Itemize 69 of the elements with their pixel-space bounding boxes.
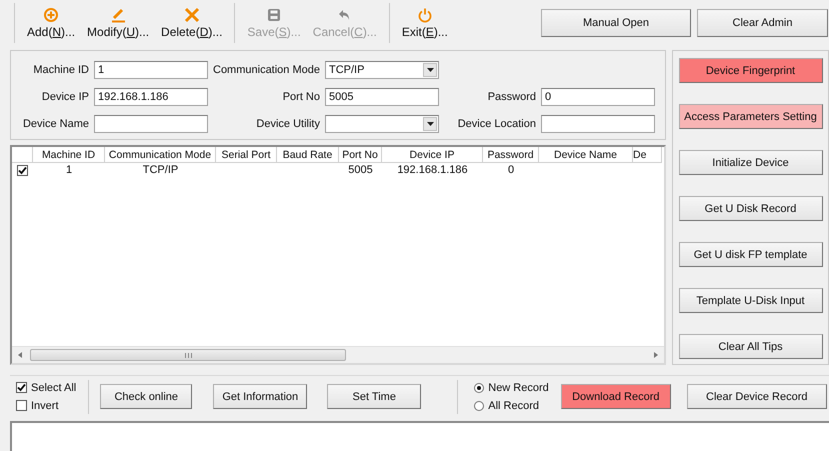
- side-button[interactable]: Get U Disk Record: [678, 196, 822, 221]
- column-header[interactable]: Serial Port: [216, 147, 277, 163]
- toolbar-action-button[interactable]: Manual Open: [541, 9, 691, 37]
- field-label: Machine ID: [32, 64, 89, 76]
- toolbar-action-button[interactable]: Clear Admin: [697, 9, 828, 37]
- input-field[interactable]: [541, 115, 655, 133]
- input-field[interactable]: 5005: [325, 88, 439, 106]
- dropdown[interactable]: [325, 115, 439, 133]
- table-cell: 5005: [348, 164, 373, 176]
- checkbox[interactable]: [17, 165, 28, 176]
- toolbar-button[interactable]: Exit(E)...: [396, 3, 454, 43]
- radio-label[interactable]: All Record: [488, 400, 539, 412]
- column-header[interactable]: Port No: [339, 147, 382, 163]
- action-button[interactable]: Download Record: [560, 384, 671, 409]
- radio-label[interactable]: New Record: [488, 382, 549, 394]
- side-button[interactable]: Template U-Disk Input: [678, 288, 822, 313]
- toolbar-button[interactable]: Add(N)...: [21, 3, 82, 43]
- action-button[interactable]: Clear Device Record: [686, 384, 827, 409]
- table-cell: TCP/IP: [142, 164, 178, 176]
- right-arrow-icon[interactable]: [654, 352, 658, 358]
- log-area[interactable]: [10, 421, 829, 451]
- column-header[interactable]: Device Name: [539, 147, 633, 163]
- radio-button[interactable]: [474, 400, 484, 410]
- checkbox[interactable]: [16, 400, 27, 411]
- caret-icon: [426, 122, 434, 126]
- column-header[interactable]: De: [633, 147, 662, 163]
- action-button[interactable]: Set Time: [327, 384, 422, 409]
- scrollbar-thumb[interactable]: [30, 349, 346, 361]
- power-icon: [416, 7, 433, 23]
- column-header[interactable]: Machine ID: [33, 147, 105, 163]
- floppy-icon: [266, 7, 282, 23]
- side-button[interactable]: Clear All Tips: [678, 334, 822, 359]
- input-field[interactable]: 0: [541, 88, 655, 106]
- field-label: Device Name: [22, 118, 89, 130]
- horizontal-scrollbar[interactable]: [12, 346, 664, 363]
- action-button[interactable]: Check online: [100, 384, 192, 409]
- checkbox-label[interactable]: Select All: [31, 382, 76, 394]
- field-label: Device Utility: [255, 118, 320, 130]
- toolbar-button[interactable]: Modify(U)...: [81, 3, 156, 43]
- toolbar-button[interactable]: Delete(D)...: [155, 3, 228, 43]
- field-label: Communication Mode: [213, 64, 320, 76]
- column-header[interactable]: Communication Mode: [105, 147, 216, 163]
- close-icon: [184, 7, 200, 23]
- side-button[interactable]: Access Parameters Setting: [678, 104, 822, 129]
- field-label: Port No: [282, 91, 320, 103]
- field-label: Device IP: [40, 91, 89, 103]
- field-label: Password: [486, 91, 536, 103]
- column-header[interactable]: Password: [483, 147, 539, 163]
- table-cell: 192.168.1.186: [397, 164, 468, 176]
- column-header[interactable]: Device IP: [382, 147, 483, 163]
- left-arrow-icon[interactable]: [18, 352, 22, 358]
- input-field[interactable]: 192.168.1.186: [94, 88, 208, 106]
- table-cell: 0: [508, 164, 514, 176]
- dropdown[interactable]: TCP/IP: [325, 61, 439, 79]
- plus-circle-icon: [43, 7, 60, 23]
- side-button[interactable]: Initialize Device: [678, 150, 822, 175]
- table-cell: 1: [66, 164, 72, 176]
- field-label: Device Location: [456, 118, 536, 130]
- radio-button[interactable]: [474, 382, 484, 392]
- input-field[interactable]: [94, 115, 208, 133]
- side-button[interactable]: Get U disk FP template: [678, 242, 822, 267]
- checkbox[interactable]: [16, 382, 27, 393]
- pencil-icon: [110, 7, 126, 23]
- input-field[interactable]: 1: [94, 61, 208, 79]
- column-header[interactable]: Baud Rate: [277, 147, 339, 163]
- action-button[interactable]: Get Information: [213, 384, 308, 409]
- caret-icon: [426, 68, 434, 72]
- side-button[interactable]: Device Fingerprint: [678, 58, 822, 83]
- checkbox-label[interactable]: Invert: [31, 400, 59, 412]
